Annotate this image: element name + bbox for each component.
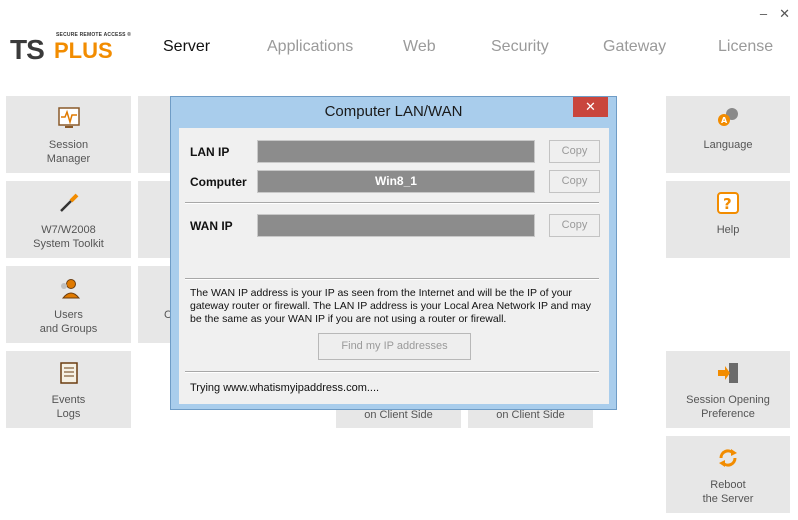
dialog-body: LAN IP Copy Computer Win8_1 Copy WAN IP … [179,128,609,404]
tile-label: on Client Side [364,409,433,421]
tile-label: Users and Groups [39,309,98,335]
language-icon: A [718,108,738,126]
tile-events-logs[interactable]: Events Logs [6,351,131,428]
tile-system-toolkit[interactable]: W7/W2008 System Toolkit [6,181,131,258]
tab-server[interactable]: Server [163,38,210,56]
svg-text:?: ? [723,195,732,213]
copy-wan-button[interactable]: Copy [549,214,600,237]
logo-plus: PLUS [54,38,113,63]
lan-ip-label: LAN IP [190,145,230,159]
reboot-icon [719,449,737,467]
logo-ts: TS [10,34,45,65]
tile-hidden-2[interactable] [138,181,170,258]
tab-license[interactable]: License [718,38,773,56]
tile-label: Reboot the Server [702,479,754,505]
tab-gateway[interactable]: Gateway [603,38,666,56]
copy-lan-button[interactable]: Copy [549,140,600,163]
divider [185,202,599,204]
close-window-button[interactable]: ✕ [779,6,790,22]
computer-row: Computer Win8_1 Copy [179,170,609,194]
tab-web[interactable]: Web [403,38,436,56]
scroll-log-icon [59,362,78,384]
tile-session-manager[interactable]: Session Manager [6,96,131,173]
computer-lan-wan-dialog: Computer LAN/WAN ✕ LAN IP Copy Computer … [170,96,617,410]
divider [185,371,599,373]
status-text: Trying www.whatismyipaddress.com.... [190,382,380,394]
tile-label: Session Opening Preference [686,394,770,420]
tile-label: on Client Side [496,409,565,421]
wan-ip-field[interactable] [257,214,535,237]
minimize-button[interactable]: – [760,6,767,22]
main-nav: Server Applications Web Security Gateway… [163,38,778,58]
dialog-title: Computer LAN/WAN [324,103,463,120]
tab-applications[interactable]: Applications [267,38,353,56]
computer-field[interactable]: Win8_1 [257,170,535,193]
tile-label: Session Manager [46,139,91,165]
dialog-close-button[interactable]: ✕ [573,97,608,117]
computer-label: Computer [190,175,247,189]
lan-ip-row: LAN IP Copy [179,140,609,164]
tile-help[interactable]: ? Help [666,181,790,258]
divider [185,278,599,280]
svg-text:A: A [721,116,728,125]
help-icon: ? [717,192,739,214]
tile-session-opening[interactable]: Session Opening Preference [666,351,790,428]
lan-ip-field[interactable] [257,140,535,163]
tile-reboot[interactable]: Reboot the Server [666,436,790,513]
session-monitor-icon [57,107,80,128]
tile-label: W7/W2008 System Toolkit [33,224,104,250]
info-text: The WAN IP address is your IP as seen fr… [190,287,591,325]
tile-hidden-1[interactable] [138,96,170,173]
wan-ip-label: WAN IP [190,219,233,233]
tile-language[interactable]: A Language [666,96,790,173]
door-entry-icon [718,363,738,383]
tsplus-logo: SECURE REMOTE ACCESS ® TS PLUS [10,32,135,65]
tile-label: Events Logs [51,394,86,420]
tile-users-groups[interactable]: Users and Groups [6,266,131,343]
copy-computer-button[interactable]: Copy [549,170,600,193]
tab-security[interactable]: Security [491,38,549,56]
window-controls: – ✕ [760,6,790,22]
users-icon [60,279,80,299]
tile-label: Help [716,224,740,236]
tile-hidden-3[interactable]: C [138,266,172,343]
wan-ip-row: WAN IP Copy [179,214,609,238]
tile-label: Language [703,139,753,151]
screwdriver-icon [59,193,78,212]
find-ip-button[interactable]: Find my IP addresses [318,333,471,360]
